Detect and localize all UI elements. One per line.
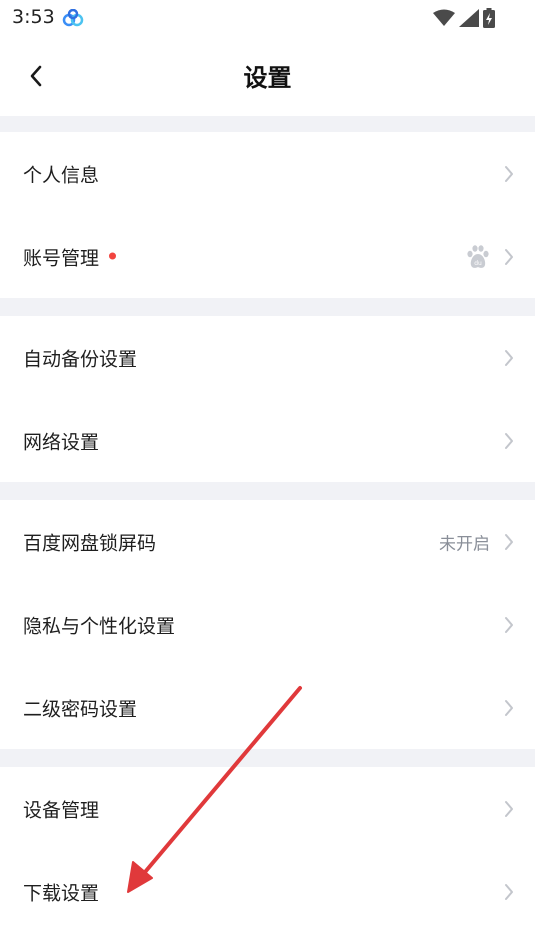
settings-item-auto-backup[interactable]: 自动备份设置 <box>0 316 535 399</box>
wifi-icon <box>433 9 455 31</box>
settings-item-download[interactable]: 下载设置 <box>0 850 535 933</box>
chevron-right-icon <box>505 699 513 716</box>
settings-item-value: 未开启 <box>439 534 490 554</box>
red-dot-badge <box>109 252 117 259</box>
header: 设置 <box>0 38 535 116</box>
settings-item-privacy[interactable]: 隐私与个性化设置 <box>0 583 535 666</box>
signal-icon <box>459 9 479 31</box>
settings-item-personal-info[interactable]: 个人信息 <box>0 132 535 215</box>
status-bar: 3:53 <box>0 0 535 38</box>
group-divider <box>0 116 535 132</box>
chevron-right-icon <box>505 432 513 449</box>
settings-item-device-management[interactable]: 设备管理 <box>0 767 535 850</box>
svg-text:du: du <box>474 260 482 267</box>
settings-item-account-management[interactable]: 账号管理 du <box>0 215 535 298</box>
settings-item-label: 二级密码设置 <box>23 698 138 720</box>
group-divider <box>0 749 535 767</box>
settings-item-label: 账号管理 <box>23 243 117 270</box>
battery-charging-icon <box>483 8 495 32</box>
settings-item-label: 下载设置 <box>23 882 100 904</box>
chevron-right-icon <box>505 165 513 182</box>
chevron-right-icon <box>505 533 513 550</box>
chevron-right-icon <box>505 616 513 633</box>
page-title: 设置 <box>243 64 292 92</box>
settings-item-label: 百度网盘锁屏码 <box>23 532 157 554</box>
status-icons <box>433 8 495 32</box>
settings-item-label: 个人信息 <box>23 164 100 186</box>
settings-item-label: 自动备份设置 <box>23 348 138 370</box>
settings-item-lock-screen-code[interactable]: 百度网盘锁屏码 未开启 <box>0 500 535 583</box>
settings-item-label: 隐私与个性化设置 <box>23 615 176 637</box>
settings-item-label: 网络设置 <box>23 431 100 453</box>
chevron-right-icon <box>505 349 513 366</box>
chevron-right-icon <box>505 800 513 817</box>
settings-item-secondary-password[interactable]: 二级密码设置 <box>0 666 535 749</box>
baidu-paw-icon: du <box>467 244 489 268</box>
settings-item-label: 设备管理 <box>23 799 100 821</box>
status-time: 3:53 <box>12 6 55 28</box>
group-divider <box>0 482 535 500</box>
baidu-netdisk-icon <box>62 8 84 31</box>
settings-item-network[interactable]: 网络设置 <box>0 399 535 482</box>
chevron-right-icon <box>505 248 513 265</box>
group-divider <box>0 298 535 316</box>
chevron-right-icon <box>505 883 513 900</box>
